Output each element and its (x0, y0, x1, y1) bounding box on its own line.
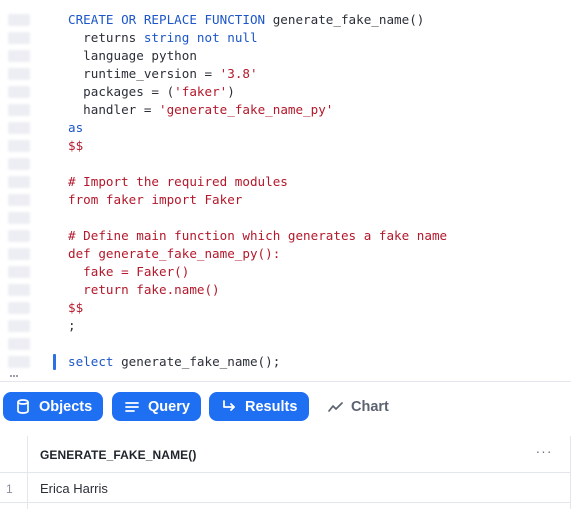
code-line[interactable]: # Import the required modules (68, 173, 447, 191)
results-header: GENERATE_FAKE_NAME() ··· (0, 436, 571, 473)
result-cell[interactable]: Erica Harris (40, 481, 108, 496)
return-arrow-icon (221, 399, 237, 415)
tab-chart-label: Chart (351, 398, 389, 415)
tab-objects-label: Objects (39, 398, 93, 415)
line-number (8, 104, 30, 116)
code-token: returns (68, 30, 144, 45)
database-icon (15, 399, 31, 415)
table-row[interactable]: 1 Erica Harris (0, 473, 571, 503)
tab-query-label: Query (148, 398, 190, 415)
code-token: select (68, 354, 114, 369)
code-token: from faker import Faker (68, 192, 243, 207)
code-token: as (68, 120, 84, 135)
tab-results[interactable]: Results (209, 392, 309, 421)
code-area[interactable]: CREATE OR REPLACE FUNCTION generate_fake… (68, 11, 447, 371)
line-number (8, 302, 30, 314)
code-line[interactable]: CREATE OR REPLACE FUNCTION generate_fake… (68, 11, 447, 29)
code-token: $$ (68, 138, 84, 153)
code-token: handler = (68, 102, 159, 117)
line-number (8, 158, 30, 170)
line-number (8, 140, 30, 152)
row-number: 1 (6, 482, 13, 496)
line-number (8, 338, 30, 350)
line-number (8, 122, 30, 134)
code-token: runtime_version = (68, 66, 220, 81)
code-line[interactable] (68, 335, 447, 353)
code-line[interactable]: from faker import Faker (68, 191, 447, 209)
line-number (8, 248, 30, 260)
code-line[interactable]: returns string not null (68, 29, 447, 47)
code-line[interactable] (68, 155, 447, 173)
line-number (8, 68, 30, 80)
code-token: ) (227, 84, 235, 99)
code-token: fake = Faker() (68, 264, 190, 279)
code-line[interactable]: select generate_fake_name(); (68, 353, 447, 371)
code-line[interactable]: runtime_version = '3.8' (68, 65, 447, 83)
line-number (8, 356, 30, 368)
code-line[interactable]: # Define main function which generates a… (68, 227, 447, 245)
code-line[interactable]: as (68, 119, 447, 137)
code-line[interactable]: return fake.name() (68, 281, 447, 299)
column-menu-icon[interactable]: ··· (534, 444, 554, 462)
tab-chart[interactable]: Chart (317, 392, 399, 421)
code-line[interactable]: language python (68, 47, 447, 65)
line-number (8, 266, 30, 278)
code-line[interactable]: handler = 'generate_fake_name_py' (68, 101, 447, 119)
line-number (8, 230, 30, 242)
tab-query[interactable]: Query (112, 392, 201, 421)
line-number (8, 86, 30, 98)
line-number (8, 176, 30, 188)
code-line[interactable]: ; (68, 317, 447, 335)
line-number (8, 320, 30, 332)
code-token: language python (68, 48, 197, 63)
line-number (8, 194, 30, 206)
code-token: 'faker' (174, 84, 228, 99)
line-number (8, 212, 30, 224)
code-token: generate_fake_name() (265, 12, 425, 27)
code-token: # Define main function which generates a… (68, 228, 448, 243)
line-number (8, 284, 30, 296)
code-line[interactable]: fake = Faker() (68, 263, 447, 281)
code-token: # Import the required modules (68, 174, 288, 189)
sql-editor[interactable]: CREATE OR REPLACE FUNCTION generate_fake… (0, 0, 571, 380)
code-line[interactable]: $$ (68, 137, 447, 155)
result-tabs-bar: Objects Query Results Chart (0, 381, 571, 429)
line-chart-icon (327, 399, 343, 415)
code-token: generate_fake_name(); (113, 354, 281, 369)
line-number (8, 14, 30, 26)
tab-results-label: Results (245, 398, 298, 415)
results-grid: GENERATE_FAKE_NAME() ··· 1 Erica Harris (0, 436, 571, 509)
code-token: def generate_fake_name_py(): (68, 246, 281, 261)
code-token: string not null (143, 30, 258, 45)
code-token: $$ (68, 300, 84, 315)
list-icon (124, 399, 140, 415)
tab-objects[interactable]: Objects (3, 392, 103, 421)
code-token: ; (68, 318, 76, 333)
code-line[interactable]: $$ (68, 299, 447, 317)
active-statement-marker (53, 354, 56, 370)
code-token: '3.8' (219, 66, 258, 81)
code-token: packages = ( (68, 84, 175, 99)
code-line[interactable]: packages = ('faker') (68, 83, 447, 101)
code-token: CREATE OR REPLACE FUNCTION (68, 12, 266, 27)
code-token: 'generate_fake_name_py' (159, 102, 334, 117)
code-line[interactable] (68, 209, 447, 227)
code-line[interactable]: def generate_fake_name_py(): (68, 245, 447, 263)
line-number-gutter (0, 0, 46, 380)
editor-resize-handle[interactable] (10, 375, 18, 380)
code-token: return fake.name() (68, 282, 220, 297)
column-header[interactable]: GENERATE_FAKE_NAME() (40, 448, 196, 462)
line-number (8, 50, 30, 62)
line-number (8, 32, 30, 44)
